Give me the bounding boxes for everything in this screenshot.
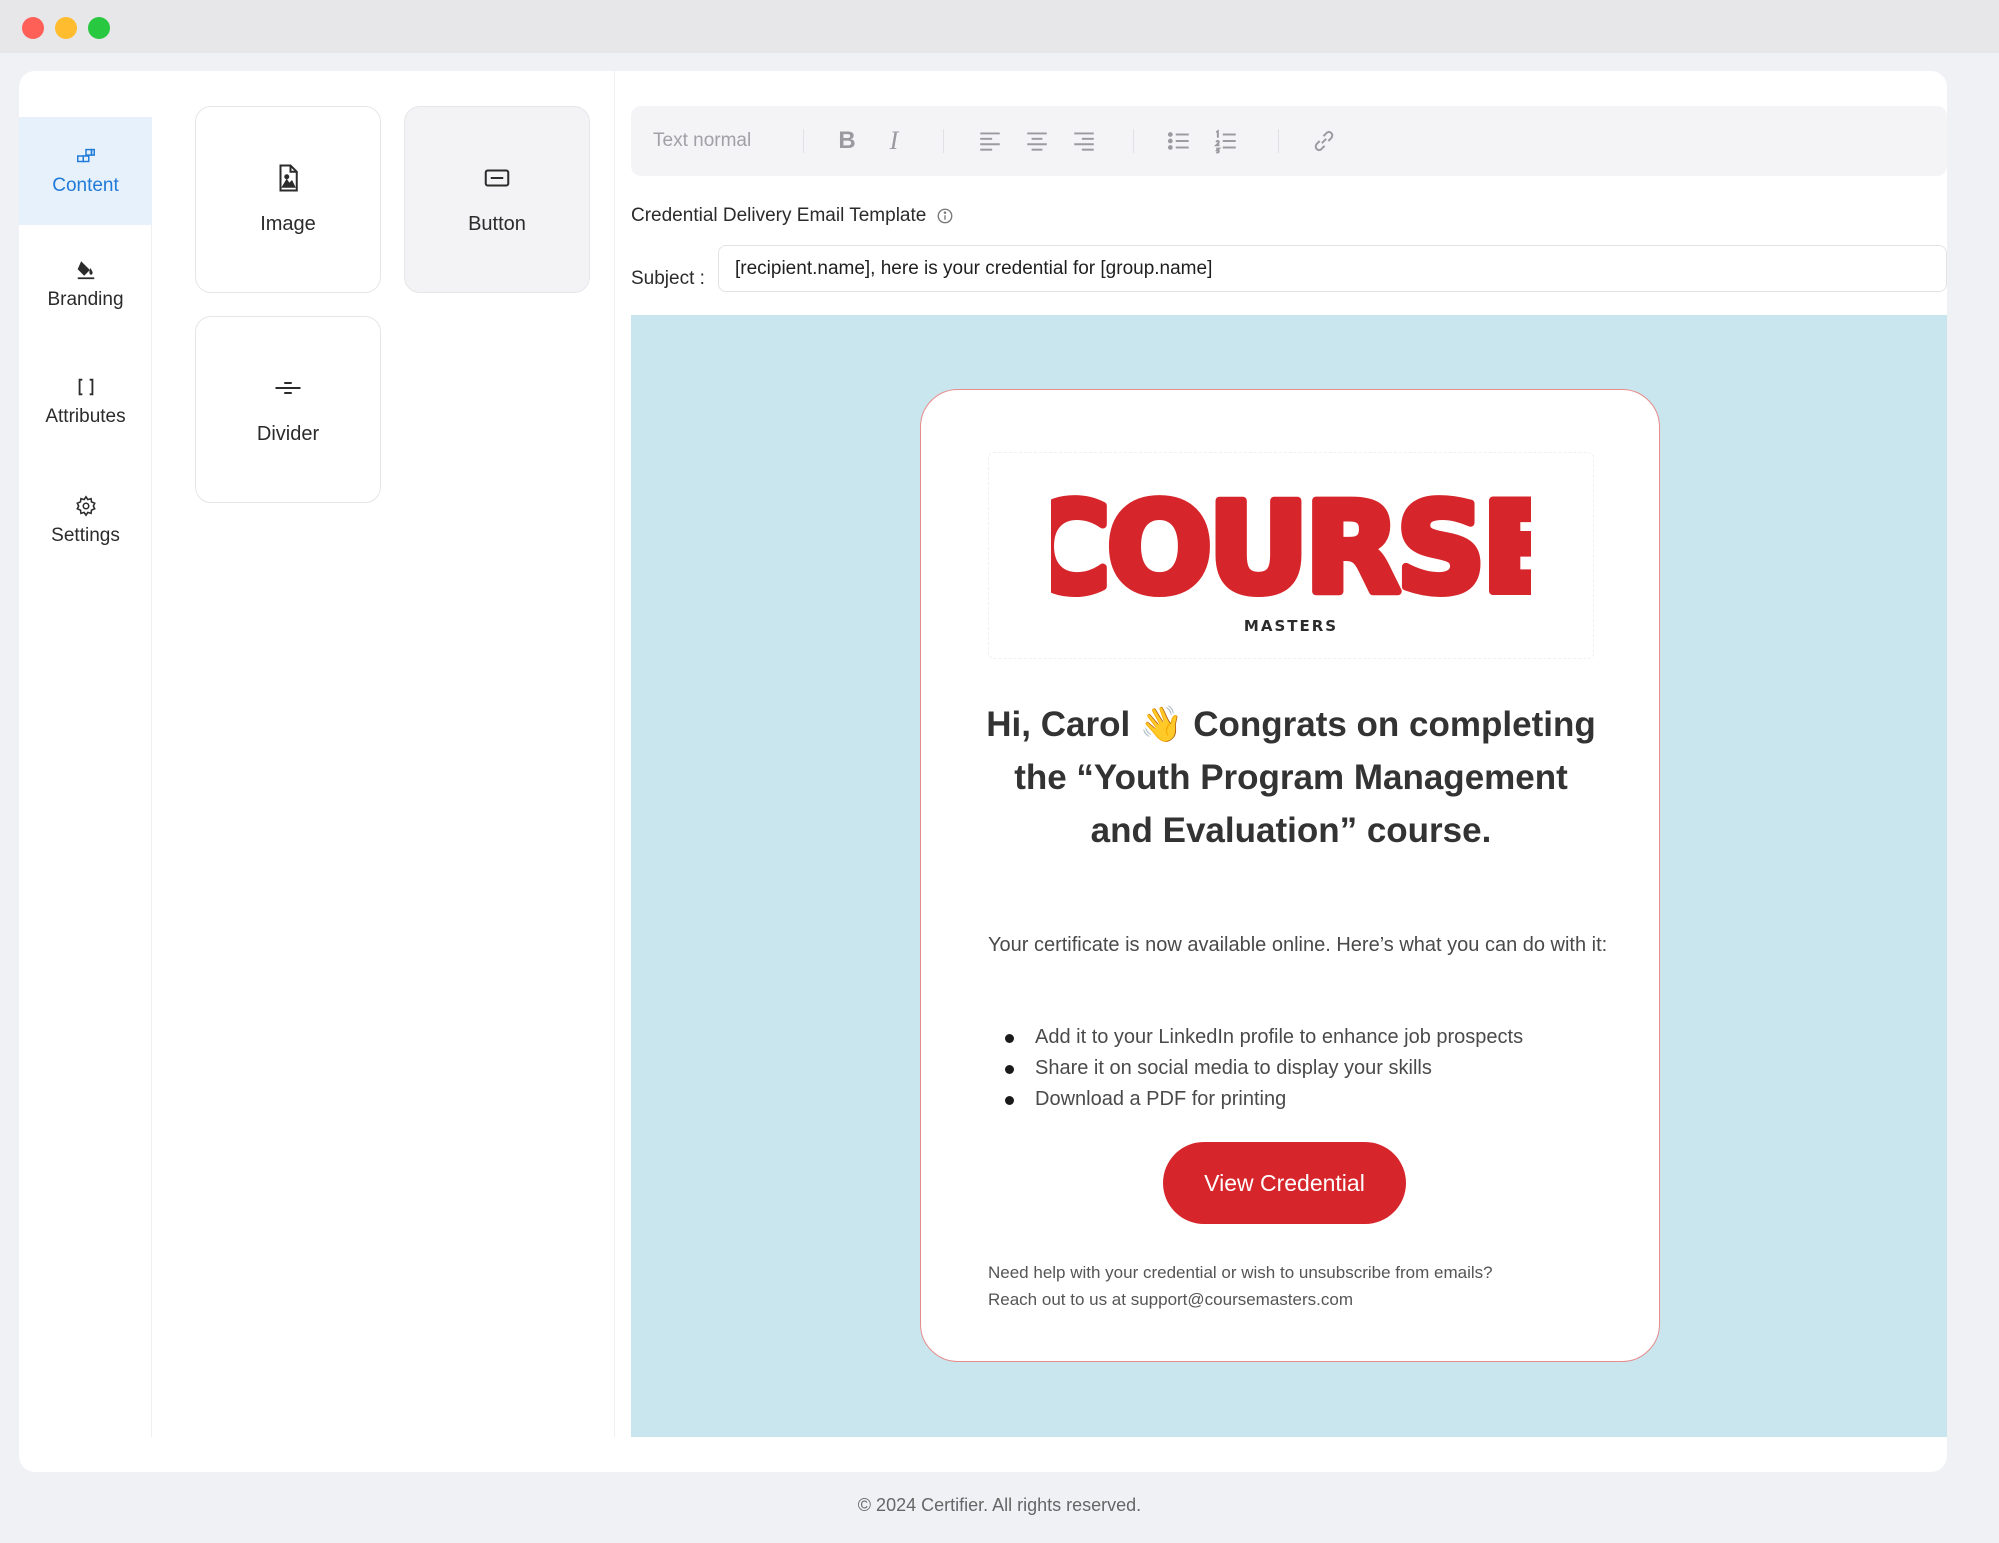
numbered-list-icon (1213, 129, 1236, 154)
nav-item-content[interactable]: Content (19, 117, 152, 225)
email-card[interactable]: COURSE MASTERS Hi, Carol 👋 Congrats on c… (920, 389, 1660, 1362)
align-right-button[interactable] (1068, 125, 1100, 157)
button-icon (484, 169, 510, 187)
bold-button[interactable]: B (831, 125, 863, 157)
blocks-icon (76, 148, 95, 163)
email-footer-note: Need help with your credential or wish t… (988, 1259, 1608, 1313)
left-nav: Content Branding Attributes Settings (19, 117, 152, 1437)
bullet-list-icon (1167, 132, 1189, 150)
toolbar-separator (1133, 129, 1134, 153)
email-preview-canvas: COURSE MASTERS Hi, Carol 👋 Congrats on c… (631, 315, 1947, 1437)
link-button[interactable] (1308, 125, 1340, 157)
minimize-window-button[interactable] (55, 17, 77, 39)
block-label: Divider (256, 423, 320, 445)
window-titlebar (0, 0, 1999, 53)
align-center-icon (1027, 132, 1047, 151)
divider-block[interactable]: Divider (195, 316, 381, 503)
logo-image[interactable]: COURSE MASTERS (988, 452, 1594, 659)
image-icon (279, 164, 298, 192)
link-icon (1314, 130, 1334, 152)
subject-label: Subject : (631, 268, 705, 289)
numbered-list-button[interactable] (1210, 125, 1242, 157)
align-left-icon (980, 132, 1000, 151)
toolbar-separator (1278, 129, 1279, 153)
list-item: Download a PDF for printing (1005, 1084, 1605, 1115)
nav-item-label: Content (52, 175, 119, 196)
footer-line: Reach out to us at support@coursemasters… (988, 1290, 1353, 1309)
close-window-button[interactable] (22, 17, 44, 39)
align-left-button[interactable] (974, 125, 1006, 157)
paint-bucket-icon (77, 261, 94, 280)
block-label: Button (468, 213, 526, 235)
email-headline: Hi, Carol 👋 Congrats on completing the “… (986, 705, 1596, 850)
button-block[interactable]: Button (404, 106, 590, 293)
italic-button[interactable]: I (878, 125, 910, 157)
footer-line: Need help with your credential or wish t… (988, 1263, 1493, 1282)
nav-item-attributes[interactable]: Attributes (19, 348, 152, 456)
view-credential-button[interactable]: View Credential (1163, 1142, 1406, 1224)
maximize-window-button[interactable] (88, 17, 110, 39)
nav-item-label: Attributes (45, 406, 126, 427)
block-palette: Image Button Divider (152, 71, 615, 1437)
brackets-icon (78, 378, 93, 396)
template-title-text: Credential Delivery Email Template (631, 205, 927, 226)
email-intro: Your certificate is now available online… (988, 934, 1608, 956)
copyright-text: © 2024 Certifier. All rights reserved. (857, 1495, 1142, 1515)
format-toolbar: Text normal B I (631, 106, 1947, 176)
align-right-icon (1074, 132, 1094, 151)
toolbar-separator (943, 129, 944, 153)
course-masters-logo: COURSE MASTERS (1051, 473, 1531, 635)
nav-item-branding[interactable]: Branding (19, 231, 152, 339)
subject-input[interactable] (718, 245, 1947, 292)
bullet-list-button[interactable] (1163, 125, 1195, 157)
nav-item-label: Settings (51, 525, 120, 546)
list-item: Add it to your LinkedIn profile to enhan… (1005, 1022, 1605, 1053)
text-style-select[interactable]: Text normal (653, 106, 751, 176)
divider-icon (275, 382, 301, 394)
nav-item-label: Branding (47, 289, 124, 310)
toolbar-separator (803, 129, 804, 153)
list-item: Share it on social media to display your… (1005, 1053, 1605, 1084)
nav-item-settings[interactable]: Settings (19, 467, 152, 575)
info-icon[interactable] (936, 207, 954, 225)
logo-main-text: COURSE (1051, 477, 1531, 621)
image-block[interactable]: Image (195, 106, 381, 293)
align-center-button[interactable] (1021, 125, 1053, 157)
logo-sub-text: MASTERS (1244, 617, 1338, 635)
app-window: Content Branding Attributes Settings Ima… (19, 71, 1947, 1472)
gear-icon (75, 495, 96, 517)
block-label: Image (260, 213, 316, 235)
benefits-list: Add it to your LinkedIn profile to enhan… (1005, 1022, 1605, 1115)
template-title: Credential Delivery Email Template (631, 205, 954, 227)
